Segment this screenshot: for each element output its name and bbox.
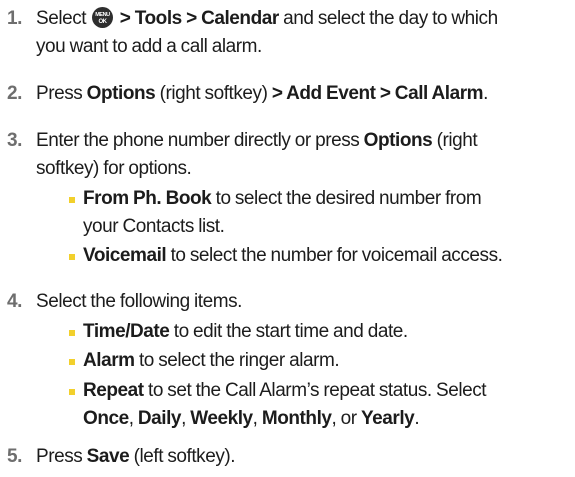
svg-text:MENU: MENU bbox=[96, 12, 111, 18]
menu-path: > Tools > Calendar bbox=[119, 8, 279, 29]
step-5: 5. Press Save (left softkey). bbox=[0, 443, 575, 471]
step-5-line-1: Press Save (left softkey). bbox=[36, 446, 236, 467]
bullet-term: From Ph. Book bbox=[83, 188, 212, 209]
svg-text:OK: OK bbox=[99, 19, 108, 25]
step-3-line-1: Enter the phone number directly or press… bbox=[36, 130, 478, 151]
bullet-from-ph-book: From Ph. Book to select the desired numb… bbox=[0, 185, 575, 241]
step-2: 2. Press Options (right softkey) > Add E… bbox=[0, 80, 575, 108]
bullet-marker bbox=[69, 359, 75, 365]
options-key-label: Options bbox=[363, 130, 433, 151]
step-3-line-2: softkey) for options. bbox=[36, 158, 192, 179]
repeat-option-monthly: Monthly bbox=[261, 408, 332, 429]
bullet-marker bbox=[69, 389, 75, 395]
options-key-label: Options bbox=[86, 83, 156, 104]
repeat-option-weekly: Weekly bbox=[190, 408, 253, 429]
step-number: 2. bbox=[7, 83, 22, 104]
step-1: 1. Select MENU OK > Tools > Calendar and… bbox=[0, 5, 575, 61]
instructions-page: 1. Select MENU OK > Tools > Calendar and… bbox=[0, 0, 575, 477]
step-4-line-1: Select the following items. bbox=[36, 291, 243, 312]
repeat-options: Once, Daily, Weekly, Monthly, or Yearly. bbox=[83, 408, 420, 429]
menu-ok-key-icon: MENU OK bbox=[92, 7, 114, 28]
step-1-line-1: Select MENU OK > Tools > Calendar and se… bbox=[36, 7, 498, 29]
bullet-voicemail: Voicemail to select the number for voice… bbox=[0, 242, 575, 270]
repeat-option-once: Once bbox=[83, 408, 129, 429]
bullet-alarm: Alarm to select the ringer alarm. bbox=[0, 347, 575, 375]
step-2-line-1: Press Options (right softkey) > Add Even… bbox=[36, 83, 488, 104]
step-number: 3. bbox=[7, 130, 22, 151]
bullet-marker bbox=[69, 254, 75, 260]
step-number: 4. bbox=[7, 291, 22, 312]
bullet-term: Repeat bbox=[83, 380, 144, 401]
step-4: 4. Select the following items. bbox=[0, 288, 575, 316]
repeat-option-yearly: Yearly bbox=[361, 408, 415, 429]
step-1-line-2: you want to add a call alarm. bbox=[36, 36, 262, 57]
step-number: 1. bbox=[7, 8, 22, 29]
step-number: 5. bbox=[7, 446, 22, 467]
bullet-term: Voicemail bbox=[83, 245, 167, 266]
step-3: 3. Enter the phone number directly or pr… bbox=[0, 127, 575, 183]
bullet-term: Alarm bbox=[83, 350, 135, 371]
bullet-time-date: Time/Date to edit the start time and dat… bbox=[0, 318, 575, 346]
menu-path: > Add Event > Call Alarm bbox=[271, 83, 484, 104]
bullet-repeat: Repeat to set the Call Alarm’s repeat st… bbox=[0, 377, 575, 433]
repeat-option-daily: Daily bbox=[137, 408, 182, 429]
bullet-marker bbox=[69, 330, 75, 336]
bullet-marker bbox=[69, 197, 75, 203]
bullet-term: Time/Date bbox=[83, 321, 170, 342]
save-key-label: Save bbox=[86, 446, 130, 467]
